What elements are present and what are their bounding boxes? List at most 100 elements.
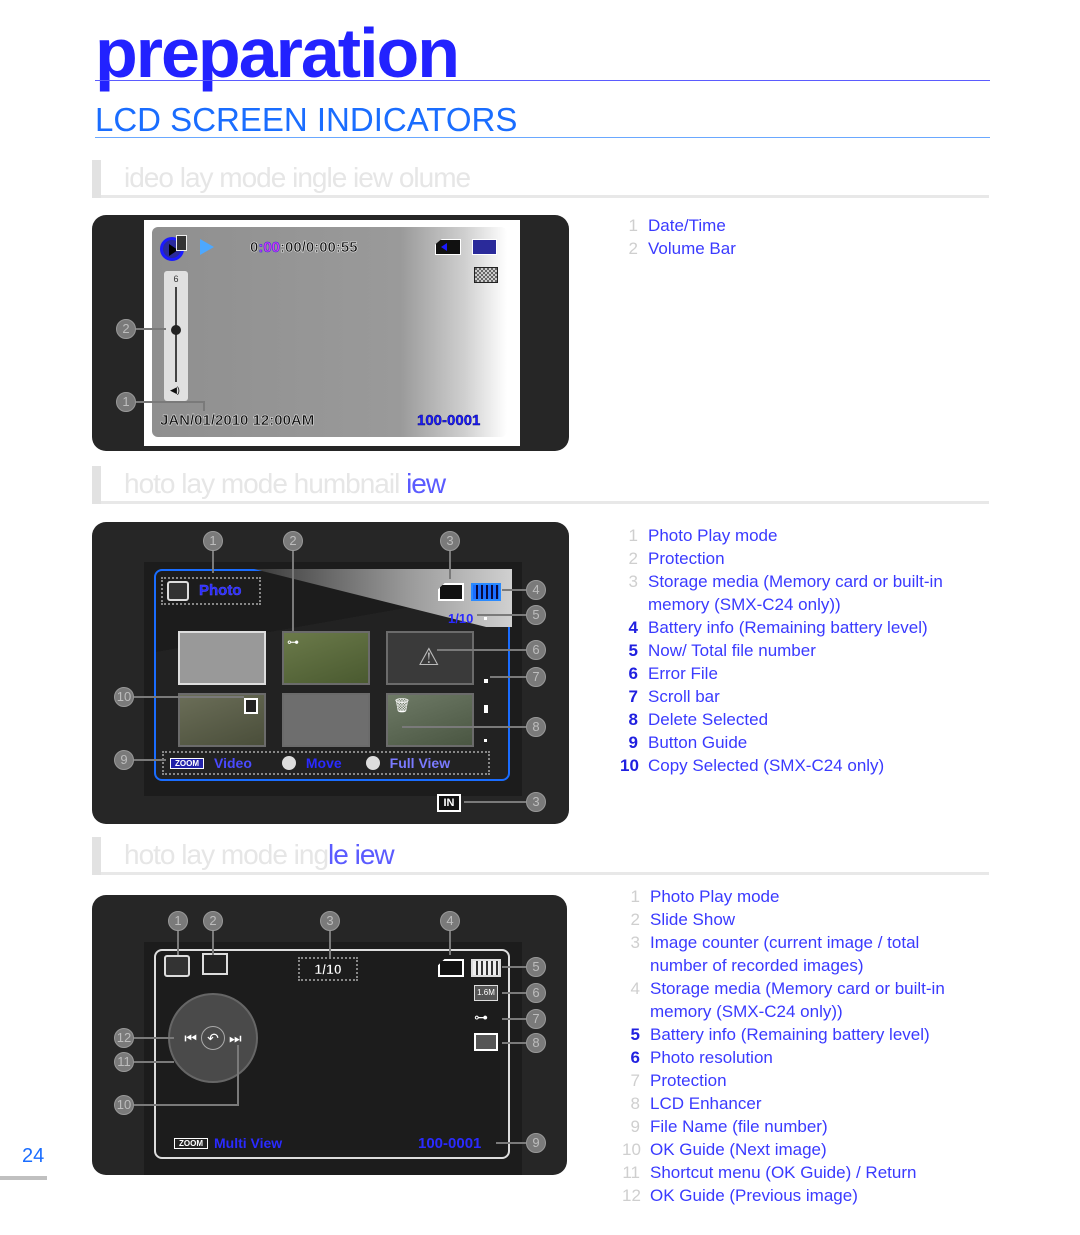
image-counter: 1/10: [298, 957, 358, 981]
section-rule: [95, 137, 990, 138]
callout-6: 6: [526, 640, 546, 660]
file-number: 100-0001: [417, 412, 481, 429]
legend-item: 2 Protection: [628, 549, 725, 568]
thumbnail-delete[interactable]: 🗑: [386, 693, 474, 747]
warning-icon: ⚠: [418, 644, 440, 671]
legend-item: 3 Storage media (Memory card or built-in …: [628, 572, 943, 614]
play-icon: [200, 239, 214, 255]
lcd-screen: 1/10 1.6M ⊶ ⏮ ↶ ⏭ ZOOM Multi View 100-00…: [154, 949, 510, 1159]
battery-icon: [471, 583, 501, 601]
button-guide: ZOOM Video Move Full View: [162, 751, 490, 775]
legend-item: 9 Button Guide: [628, 733, 748, 752]
callout-2: 2: [283, 531, 303, 551]
trash-icon: 🗑: [393, 697, 411, 713]
previous-image-icon[interactable]: ⏮: [184, 1030, 197, 1047]
volume-knob[interactable]: [171, 325, 181, 335]
guide-full-view: Full View: [389, 755, 451, 771]
callout-1: 1: [168, 911, 188, 931]
video-play-screen-panel: 0:00:00/0:00:55 6 ◀) JAN/01/2010 12:00AM…: [92, 215, 569, 451]
thumbnail-selected[interactable]: [178, 631, 266, 685]
scroll-up[interactable]: [484, 617, 487, 620]
photo-mode-icon: [167, 581, 189, 601]
callout-10: 10: [114, 687, 134, 707]
internal-memory-icon: IN: [437, 794, 461, 812]
callout-4: 4: [440, 911, 460, 931]
subheading-highlight: le iew: [328, 839, 395, 870]
legend-item: 1 Photo Play mode: [630, 887, 780, 906]
callout-9: 9: [114, 750, 134, 770]
subheading-rule: [101, 195, 989, 198]
legend-item: 8 LCD Enhancer: [630, 1094, 762, 1113]
callout-6: 6: [526, 983, 546, 1003]
legend-item: 5 Now/ Total file number: [628, 641, 816, 660]
mode-indicator: Photo: [161, 577, 261, 605]
zoom-key-icon: ZOOM: [170, 757, 204, 769]
callout-8: 8: [526, 1033, 546, 1053]
file-counter: 1/10: [448, 611, 474, 626]
time-rest: :00/0:00:55: [280, 239, 358, 257]
lcd-enhancer-icon: [474, 267, 498, 283]
photo-mode-icon: [164, 955, 190, 977]
volume-level: 6: [173, 274, 179, 284]
callout-2: 2: [116, 319, 136, 339]
next-image-icon[interactable]: ⏭: [229, 1030, 242, 1047]
legend-item: 3 Image counter (current image / total nu…: [630, 933, 920, 975]
subheading-photo-single: hoto lay mode ingle iew: [92, 837, 989, 875]
ok-button-icon: [281, 756, 296, 770]
battery-icon: [472, 239, 497, 255]
callout-10: 10: [114, 1095, 134, 1115]
callout-1: 1: [203, 531, 223, 551]
scroll-down[interactable]: [484, 739, 487, 742]
legend-item: 2 Slide Show: [630, 910, 736, 929]
return-icon[interactable]: ↶: [201, 1026, 225, 1050]
callout-3: 3: [440, 531, 460, 551]
scroll-bar[interactable]: [484, 679, 488, 683]
legend-item: 12 OK Guide (Previous image): [622, 1186, 858, 1205]
callout-8: 8: [526, 717, 546, 737]
callout-7: 7: [526, 667, 546, 687]
key-icon: ⊶: [287, 635, 299, 649]
playback-time: 0:00:00/0:00:55: [250, 239, 358, 257]
subheading-text: hoto lay mode humbnail: [124, 468, 407, 499]
callout-2: 2: [203, 911, 223, 931]
copy-icon: [244, 698, 258, 714]
guide-multi-view: Multi View: [214, 1135, 283, 1151]
thumbnail-empty[interactable]: [282, 693, 370, 747]
zoom-guide: ZOOM Multi View: [174, 1135, 282, 1151]
file-number: 100-0001: [418, 1135, 482, 1152]
legend-item: 4 Battery info (Remaining battery level): [628, 618, 928, 637]
callout-1: 1: [116, 392, 136, 412]
thumbnail-error[interactable]: ⚠: [386, 631, 474, 685]
memory-card-icon: [438, 583, 464, 601]
video-play-legend: 1 Date/Time 2 Volume Bar: [620, 214, 736, 260]
photo-single-screen-panel: 1/10 1.6M ⊶ ⏮ ↶ ⏭ ZOOM Multi View 100-00…: [92, 895, 567, 1175]
legend-item: 2 Volume Bar: [628, 239, 736, 258]
ok-guide[interactable]: ⏮ ↶ ⏭: [168, 993, 258, 1083]
callout-12: 12: [114, 1028, 134, 1048]
lcd-screen: Photo 1/10 ⊶ ⚠ 🗑 ZOOM Video Move Full Vi…: [154, 569, 512, 781]
thumbnail-copy[interactable]: [178, 693, 266, 747]
legend-item: 6 Error File: [628, 664, 718, 683]
mode-label: Photo: [199, 582, 242, 599]
speaker-icon: ◀): [170, 385, 180, 395]
slide-show-icon: [202, 953, 228, 975]
photo-thumbnail-screen-panel: Photo 1/10 ⊶ ⚠ 🗑 ZOOM Video Move Full Vi…: [92, 522, 569, 824]
section-title: LCD SCREEN INDICATORS: [95, 101, 518, 138]
callout-9: 9: [526, 1133, 546, 1153]
legend-item: 4 Storage media (Memory card or built-in …: [630, 979, 945, 1021]
resolution-icon: 1.6M: [474, 985, 498, 1001]
dpad-icon: [365, 756, 380, 770]
volume-bar[interactable]: 6 ◀): [164, 271, 188, 401]
guide-move: Move: [305, 755, 342, 771]
callout-4: 4: [526, 580, 546, 600]
callout-3b: 3: [526, 792, 546, 812]
subheading-photo-thumbnail: hoto lay mode humbnail iew: [92, 466, 989, 504]
scroll-thumb[interactable]: [484, 705, 488, 713]
legend-item: 1 Date/Time: [628, 216, 726, 235]
legend-item: 1 Photo Play mode: [628, 526, 778, 545]
time-colored: :00: [258, 239, 281, 257]
callout-11: 11: [114, 1052, 134, 1072]
legend-item: 5 Battery info (Remaining battery level): [630, 1025, 930, 1044]
zoom-key-icon: ZOOM: [174, 1137, 208, 1149]
thumbnail-protected[interactable]: ⊶: [282, 631, 370, 685]
